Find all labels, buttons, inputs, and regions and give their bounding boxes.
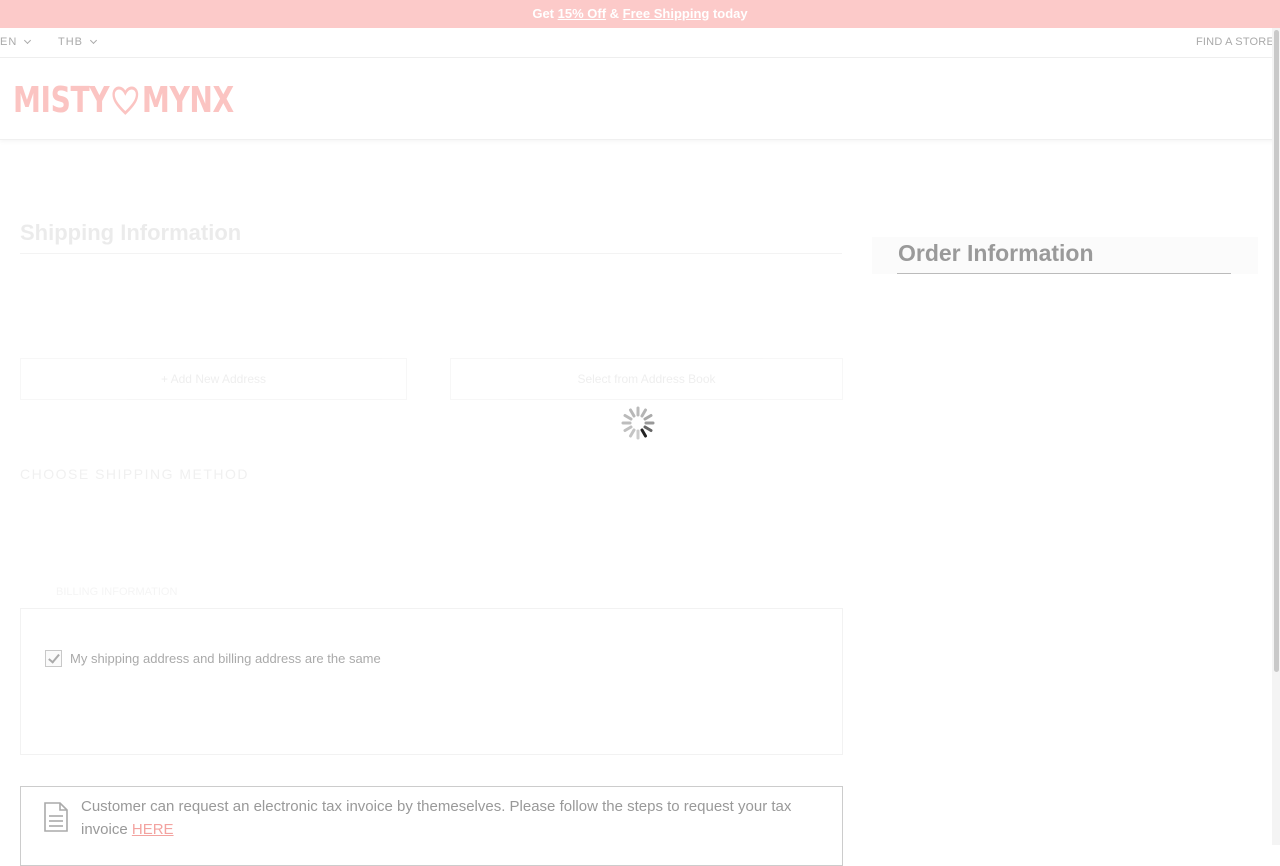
logo-text-right: MYNX — [141, 80, 234, 121]
promo-joiner: & — [606, 6, 623, 21]
document-icon — [44, 802, 68, 832]
promo-discount-link[interactable]: 15% Off — [558, 6, 606, 21]
utility-bar: EN THB FIND A STORE — [0, 28, 1280, 58]
currency-selector[interactable]: THB — [58, 36, 98, 48]
billing-title: BILLING INFORMATION — [56, 586, 178, 598]
same-address-checkbox[interactable] — [45, 650, 62, 667]
divider — [897, 273, 1231, 274]
chevron-down-icon — [89, 36, 98, 45]
divider — [20, 253, 842, 254]
loading-spinner-icon — [621, 406, 655, 440]
same-address-label: My shipping address and billing address … — [70, 651, 381, 666]
currency-value: THB — [58, 36, 83, 48]
language-selector[interactable]: EN — [0, 36, 32, 48]
chevron-down-icon — [24, 36, 32, 45]
promo-shipping-link[interactable]: Free Shipping — [623, 6, 710, 21]
shipping-method-title: CHOOSE SHIPPING METHOD — [20, 466, 250, 482]
shipping-title: Shipping Information — [20, 220, 242, 245]
promo-prefix: Get — [532, 6, 558, 21]
scrollbar-thumb[interactable] — [1274, 30, 1279, 672]
brand-logo[interactable]: MISTY MYNX — [13, 80, 234, 121]
billing-box — [20, 608, 843, 755]
order-info-title: Order Information — [898, 240, 1094, 266]
tax-invoice-text: Customer can request an electronic tax i… — [81, 795, 821, 841]
select-address-book-button[interactable]: Select from Address Book — [450, 358, 843, 400]
language-value: EN — [0, 36, 18, 48]
find-store-link[interactable]: FIND A STORE — [1196, 36, 1274, 48]
heart-icon — [112, 85, 139, 115]
site-header: MISTY MYNX — [0, 58, 1280, 140]
tax-invoice-here-link[interactable]: HERE — [132, 821, 174, 838]
logo-text-left: MISTY — [13, 80, 110, 121]
add-new-address-button[interactable]: + Add New Address — [20, 358, 407, 400]
tax-invoice-message: Customer can request an electronic tax i… — [81, 798, 792, 838]
promo-banner: Get 15% Off & Free Shipping today — [0, 0, 1280, 28]
promo-suffix: today — [709, 6, 748, 21]
